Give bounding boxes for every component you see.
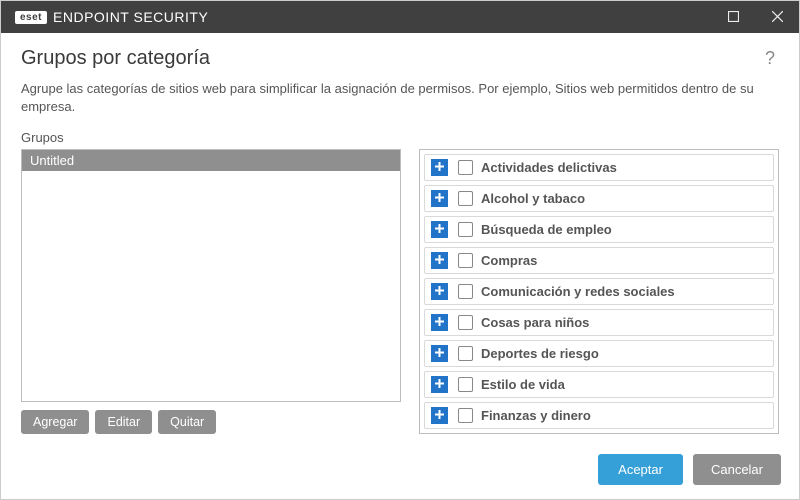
expand-button[interactable] (431, 159, 448, 176)
category-checkbox[interactable] (458, 433, 473, 434)
category-checkbox[interactable] (458, 315, 473, 330)
ok-button[interactable]: Aceptar (598, 454, 683, 485)
maximize-button[interactable] (711, 1, 755, 33)
expand-button[interactable] (431, 407, 448, 424)
categories-panel: Actividades delictivas Alcohol y tabaco Bú… (419, 130, 779, 434)
add-button[interactable]: Agregar (21, 410, 89, 434)
category-row: Deportes de riesgo (424, 340, 774, 367)
category-checkbox[interactable] (458, 346, 473, 361)
expand-button[interactable] (431, 252, 448, 269)
category-checkbox[interactable] (458, 253, 473, 268)
category-checkbox[interactable] (458, 377, 473, 392)
content-area: Grupos por categoría ? Agrupe las catego… (1, 33, 799, 444)
footer: Aceptar Cancelar (1, 444, 799, 499)
plus-icon (434, 284, 445, 299)
plus-icon (434, 377, 445, 392)
help-button[interactable]: ? (761, 48, 779, 69)
category-row: Estilo de vida (424, 371, 774, 398)
category-label: Deportes de riesgo (481, 346, 599, 361)
category-label: Alcohol y tabaco (481, 191, 585, 206)
maximize-icon (728, 10, 739, 25)
plus-icon (434, 433, 445, 434)
category-row: Alcohol y tabaco (424, 185, 774, 212)
plus-icon (434, 222, 445, 237)
category-label: Comunicación y redes sociales (481, 284, 675, 299)
expand-button[interactable] (431, 345, 448, 362)
page-title: Grupos por categoría (21, 47, 761, 70)
description-text: Agrupe las categorías de sitios web para… (21, 80, 779, 116)
titlebar: eset ENDPOINT SECURITY (1, 1, 799, 33)
category-checkbox[interactable] (458, 191, 473, 206)
expand-button[interactable] (431, 221, 448, 238)
category-checkbox[interactable] (458, 222, 473, 237)
category-row: Búsqueda de empleo (424, 216, 774, 243)
groups-list[interactable]: Untitled (21, 149, 401, 402)
category-label: Compras (481, 253, 537, 268)
expand-button[interactable] (431, 376, 448, 393)
category-row: Comunicación y redes sociales (424, 278, 774, 305)
plus-icon (434, 191, 445, 206)
cancel-button[interactable]: Cancelar (693, 454, 781, 485)
category-label: Estilo de vida (481, 377, 565, 392)
brand-logo: eset (15, 11, 47, 24)
plus-icon (434, 160, 445, 175)
expand-button[interactable] (431, 433, 448, 434)
window: eset ENDPOINT SECURITY Grupos por catego… (0, 0, 800, 500)
expand-button[interactable] (431, 283, 448, 300)
group-item[interactable]: Untitled (22, 150, 400, 171)
category-checkbox[interactable] (458, 284, 473, 299)
categories-list[interactable]: Actividades delictivas Alcohol y tabaco Bú… (419, 149, 779, 434)
groups-panel: Grupos Untitled Agregar Editar Quitar (21, 130, 401, 434)
category-row: Compras (424, 247, 774, 274)
plus-icon (434, 408, 445, 423)
category-label: Cosas para niños (481, 315, 589, 330)
plus-icon (434, 315, 445, 330)
close-button[interactable] (755, 1, 799, 33)
category-label: Búsqueda de empleo (481, 222, 612, 237)
category-label: Finanzas y dinero (481, 408, 591, 423)
category-checkbox[interactable] (458, 408, 473, 423)
expand-button[interactable] (431, 314, 448, 331)
close-icon (772, 10, 783, 25)
plus-icon (434, 253, 445, 268)
category-row: Actividades delictivas (424, 154, 774, 181)
category-row (424, 433, 774, 434)
groups-label: Grupos (21, 130, 401, 145)
remove-button[interactable]: Quitar (158, 410, 216, 434)
category-row: Cosas para niños (424, 309, 774, 336)
category-row: Finanzas y dinero (424, 402, 774, 429)
app-title: ENDPOINT SECURITY (53, 9, 208, 25)
plus-icon (434, 346, 445, 361)
category-label: Actividades delictivas (481, 160, 617, 175)
category-checkbox[interactable] (458, 160, 473, 175)
edit-button[interactable]: Editar (95, 410, 152, 434)
expand-button[interactable] (431, 190, 448, 207)
